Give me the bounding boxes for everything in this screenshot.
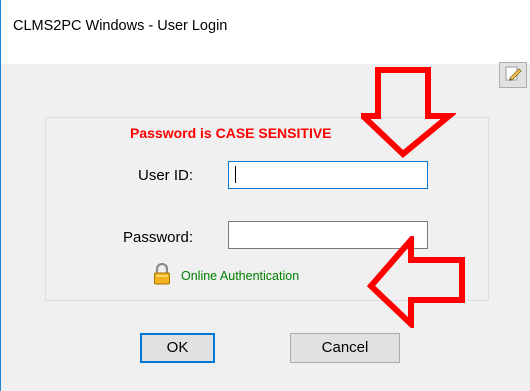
user-id-label: User ID: <box>138 167 194 184</box>
user-id-input[interactable] <box>228 161 428 189</box>
lock-icon <box>153 262 171 290</box>
edit-button[interactable] <box>499 62 527 88</box>
pencil-icon <box>504 64 522 87</box>
text-caret <box>235 166 236 183</box>
online-authentication-link[interactable]: Online Authentication <box>181 269 299 283</box>
window-title: CLMS2PC Windows - User Login <box>13 18 228 34</box>
ok-button[interactable]: OK <box>140 333 215 363</box>
login-window: CLMS2PC Windows - User Login Password is… <box>0 0 530 391</box>
down-arrow-annotation <box>361 67 456 158</box>
case-sensitive-warning: Password is CASE SENSITIVE <box>130 125 332 141</box>
cancel-button[interactable]: Cancel <box>290 333 400 363</box>
password-label: Password: <box>123 229 194 246</box>
title-bar: CLMS2PC Windows - User Login <box>1 0 530 64</box>
left-arrow-annotation <box>367 236 465 328</box>
